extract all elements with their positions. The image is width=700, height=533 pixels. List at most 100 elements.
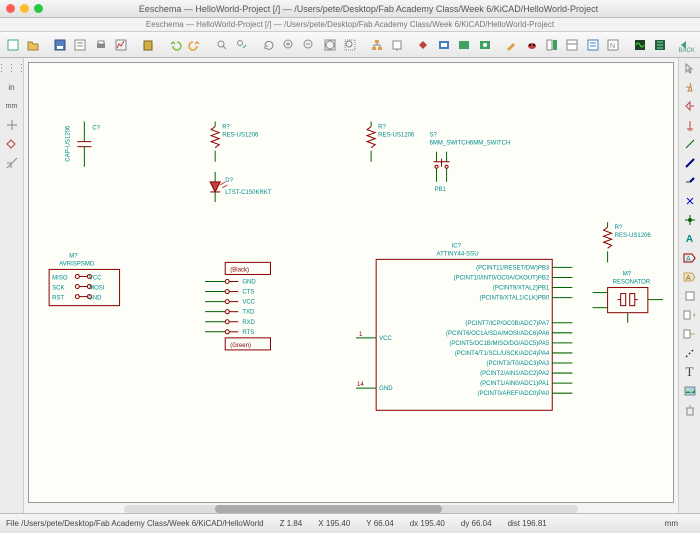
svg-text:(PCINT5/OC1B/MISO/DO/ADC5)PA5: (PCINT5/OC1B/MISO/DO/ADC5)PA5 xyxy=(449,341,549,347)
right-toolbar: A A A T xyxy=(678,58,700,513)
hidden-pins-icon[interactable] xyxy=(2,135,22,153)
svg-text:R?: R? xyxy=(222,125,230,131)
schematic-canvas[interactable]: CAP-US1206 C? R? RES-US1206 D? LTST-C150… xyxy=(28,62,674,503)
select-tool-icon[interactable] xyxy=(680,59,700,77)
zoom-in-icon[interactable] xyxy=(280,35,298,55)
footprint-editor-icon[interactable] xyxy=(455,35,473,55)
place-sheet-pin-icon[interactable] xyxy=(680,325,700,343)
svg-text:(PCINT0/AREF/ADC0)PA0: (PCINT0/AREF/ADC0)PA0 xyxy=(477,391,549,397)
open-icon[interactable] xyxy=(24,35,42,55)
plot-icon[interactable] xyxy=(112,35,130,55)
svg-text:R?: R? xyxy=(378,125,386,131)
zoom-fit-icon[interactable] xyxy=(321,35,339,55)
component-resonator[interactable]: M? RESONATOR xyxy=(593,271,663,322)
main-toolbar: N BACK xyxy=(0,32,700,58)
erc-icon[interactable] xyxy=(523,35,541,55)
minimize-window-button[interactable] xyxy=(20,4,29,13)
svg-text:GND: GND xyxy=(242,280,256,286)
units-mm-button[interactable]: mm xyxy=(2,97,22,115)
place-power-icon[interactable] xyxy=(680,116,700,134)
cursor-shape-icon[interactable] xyxy=(2,116,22,134)
netlist-icon[interactable]: N xyxy=(604,35,622,55)
horizontal-scrollbar[interactable] xyxy=(124,505,578,513)
svg-text:C?: C? xyxy=(92,126,100,132)
status-x: X 195.40 xyxy=(318,519,350,528)
place-bus-icon[interactable] xyxy=(680,154,700,172)
scrollbar-thumb[interactable] xyxy=(215,505,442,513)
svg-text:D?: D? xyxy=(225,178,233,184)
component-resistor-2[interactable]: R? RES-US1206 xyxy=(367,122,415,162)
zoom-out-icon[interactable] xyxy=(300,35,318,55)
close-window-button[interactable] xyxy=(6,4,15,13)
import-sheet-pin-icon[interactable] xyxy=(680,306,700,324)
svg-text:14: 14 xyxy=(357,382,364,388)
annotate-icon[interactable] xyxy=(502,35,520,55)
browse-libs-icon[interactable] xyxy=(435,35,453,55)
svg-text:AVRISPSMD: AVRISPSMD xyxy=(59,261,95,267)
svg-text:RES-US1206: RES-US1206 xyxy=(615,233,652,239)
component-resistor-3[interactable]: R? RES-US1206 xyxy=(604,222,652,262)
component-ftdi-header[interactable]: (Black) GND CTS VCC TXD RXD RTS (Green) xyxy=(205,262,270,350)
svg-text:RTS: RTS xyxy=(242,330,254,336)
place-noconnect-icon[interactable] xyxy=(680,192,700,210)
svg-text:RST: RST xyxy=(52,296,64,302)
place-junction-icon[interactable] xyxy=(680,211,700,229)
find-icon[interactable] xyxy=(213,35,231,55)
status-zoom: Z 1.84 xyxy=(280,519,303,528)
component-capacitor[interactable]: CAP-US1206 C? xyxy=(65,122,100,167)
svg-text:IC?: IC? xyxy=(452,243,462,249)
delete-tool-icon[interactable] xyxy=(680,401,700,419)
pcb-icon[interactable] xyxy=(651,35,669,55)
svg-text:M?: M? xyxy=(69,253,78,259)
symbol-editor-icon[interactable] xyxy=(415,35,433,55)
find-replace-icon[interactable] xyxy=(233,35,251,55)
component-resistor-1[interactable]: R? RES-US1206 xyxy=(211,122,259,162)
svg-text:RES-US1206: RES-US1206 xyxy=(222,133,259,139)
svg-text:(PCINT6/OC1A/SDA/MOSI/ADC6)PA6: (PCINT6/OC1A/SDA/MOSI/ADC6)PA6 xyxy=(446,331,550,337)
paste-icon[interactable] xyxy=(139,35,157,55)
leave-sheet-icon[interactable] xyxy=(388,35,406,55)
svg-text:CTS: CTS xyxy=(242,290,254,296)
edit-fields-icon[interactable] xyxy=(563,35,581,55)
place-line-icon[interactable] xyxy=(680,344,700,362)
place-bus-entry-icon[interactable] xyxy=(680,173,700,191)
bus-direction-icon[interactable] xyxy=(2,154,22,172)
place-image-icon[interactable] xyxy=(680,382,700,400)
bom-icon[interactable] xyxy=(583,35,601,55)
svg-text:SCK: SCK xyxy=(52,286,64,292)
place-symbol-icon[interactable] xyxy=(680,97,700,115)
place-sheet-icon[interactable] xyxy=(680,287,700,305)
svg-text:VCC: VCC xyxy=(242,300,255,306)
page-settings-icon[interactable] xyxy=(71,35,89,55)
component-led[interactable]: D? LTST-C150KRKT xyxy=(210,172,272,202)
zoom-selection-icon[interactable] xyxy=(341,35,359,55)
back-icon[interactable]: BACK xyxy=(678,35,696,55)
place-hier-label-icon[interactable]: A xyxy=(680,268,700,286)
component-switch[interactable]: S? 6MM_SWITCH6MM_SWITCH PB1 xyxy=(429,133,510,193)
zoom-redraw-icon[interactable] xyxy=(260,35,278,55)
place-net-label-icon[interactable]: A xyxy=(680,230,700,248)
assign-footprints-icon[interactable] xyxy=(543,35,561,55)
svg-text:(PCINT8/XTAL1/CLK)PB0: (PCINT8/XTAL1/CLK)PB0 xyxy=(479,296,549,302)
update-pcb-icon[interactable] xyxy=(476,35,494,55)
place-global-label-icon[interactable]: A xyxy=(680,249,700,267)
grid-icon[interactable]: ⋮⋮⋮ xyxy=(2,59,22,77)
component-attiny44[interactable]: IC? ATTINY44-SSU VCC GND 1 14 (PCINT11/R… xyxy=(356,243,572,410)
svg-text:ATTINY44-SSU: ATTINY44-SSU xyxy=(437,251,479,257)
navigate-hierarchy-icon[interactable] xyxy=(368,35,386,55)
redo-icon[interactable] xyxy=(186,35,204,55)
place-wire-icon[interactable] xyxy=(680,135,700,153)
print-icon[interactable] xyxy=(92,35,110,55)
sim-icon[interactable] xyxy=(631,35,649,55)
units-in-button[interactable]: in xyxy=(2,78,22,96)
undo-icon[interactable] xyxy=(166,35,184,55)
highlight-net-icon[interactable] xyxy=(680,78,700,96)
component-avrisp[interactable]: M? AVRISPSMD MISO SCK RST VCC MOSI GND xyxy=(49,253,119,305)
zoom-window-button[interactable] xyxy=(34,4,43,13)
svg-text:(Black): (Black) xyxy=(230,267,249,273)
svg-text:(PCINT7/ICP/OC0B/ADC7)PA7: (PCINT7/ICP/OC0B/ADC7)PA7 xyxy=(465,321,549,327)
svg-text:A: A xyxy=(686,256,691,263)
save-icon[interactable] xyxy=(51,35,69,55)
new-icon[interactable] xyxy=(4,35,22,55)
place-text-icon[interactable]: T xyxy=(680,363,700,381)
